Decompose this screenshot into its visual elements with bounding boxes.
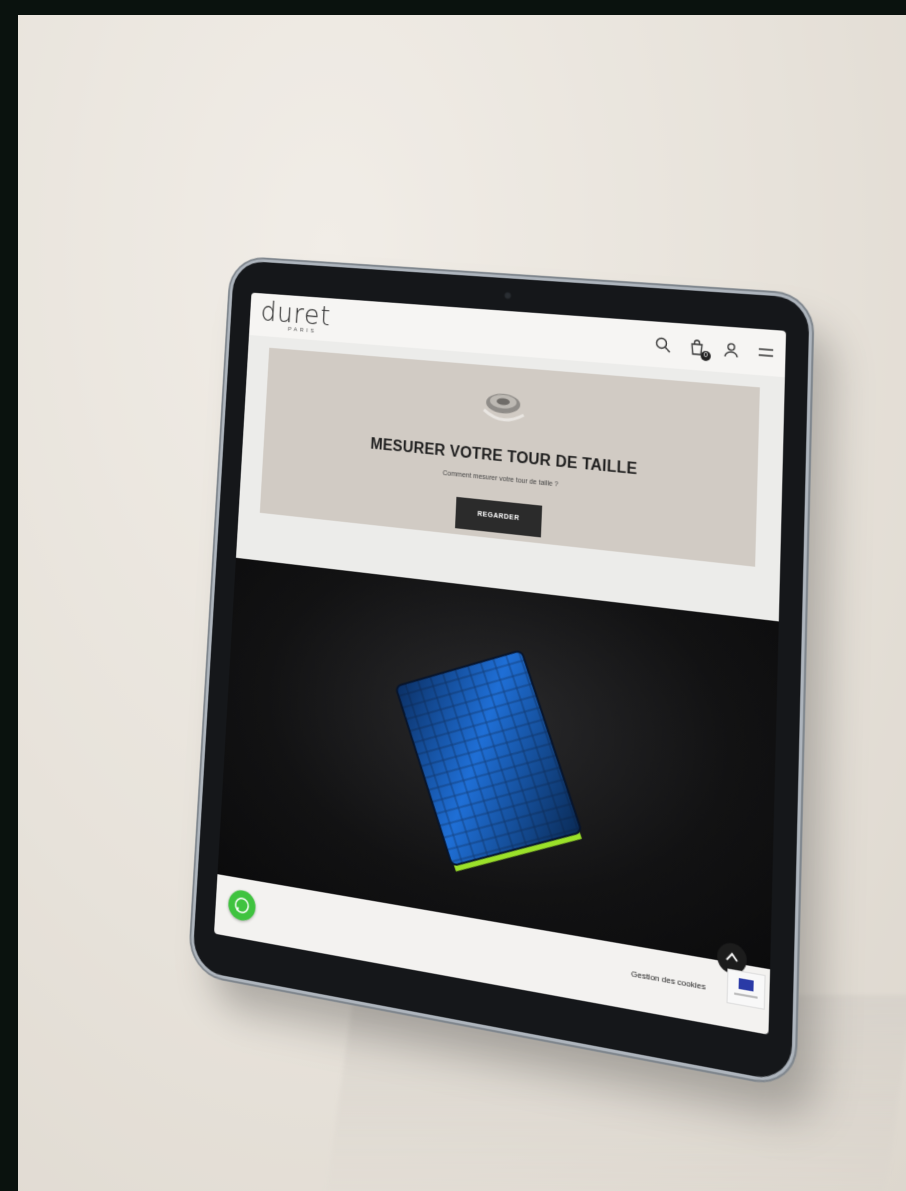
crocodile-wallet-image[interactable] (384, 640, 596, 884)
cart-icon[interactable]: 0 (688, 338, 711, 362)
header-icons: 0 (654, 335, 776, 362)
promo-card: MESURER VOTRE TOUR DE TAILLE Comment mes… (259, 347, 760, 567)
measuring-tape-icon (476, 382, 531, 431)
cart-count-badge: 0 (700, 350, 711, 362)
whatsapp-icon[interactable] (227, 888, 257, 923)
menu-icon[interactable] (756, 343, 775, 362)
photo-background: duret PARIS 0 MESURER VOTRE TOUR DE TAIL… (18, 15, 906, 1191)
brand-logo[interactable]: duret (260, 296, 332, 332)
search-icon[interactable] (654, 335, 672, 354)
tablet-device: duret PARIS 0 MESURER VOTRE TOUR DE TAIL… (192, 260, 810, 1084)
recaptcha-badge-icon (726, 968, 766, 1010)
tablet-screen: duret PARIS 0 MESURER VOTRE TOUR DE TAIL… (214, 292, 787, 1035)
cookie-settings-link[interactable]: Gestion des cookies (631, 969, 706, 992)
account-icon[interactable] (722, 340, 741, 359)
brand-logo-subtitle: PARIS (287, 326, 317, 335)
watch-button[interactable]: REGARDER (455, 496, 543, 538)
